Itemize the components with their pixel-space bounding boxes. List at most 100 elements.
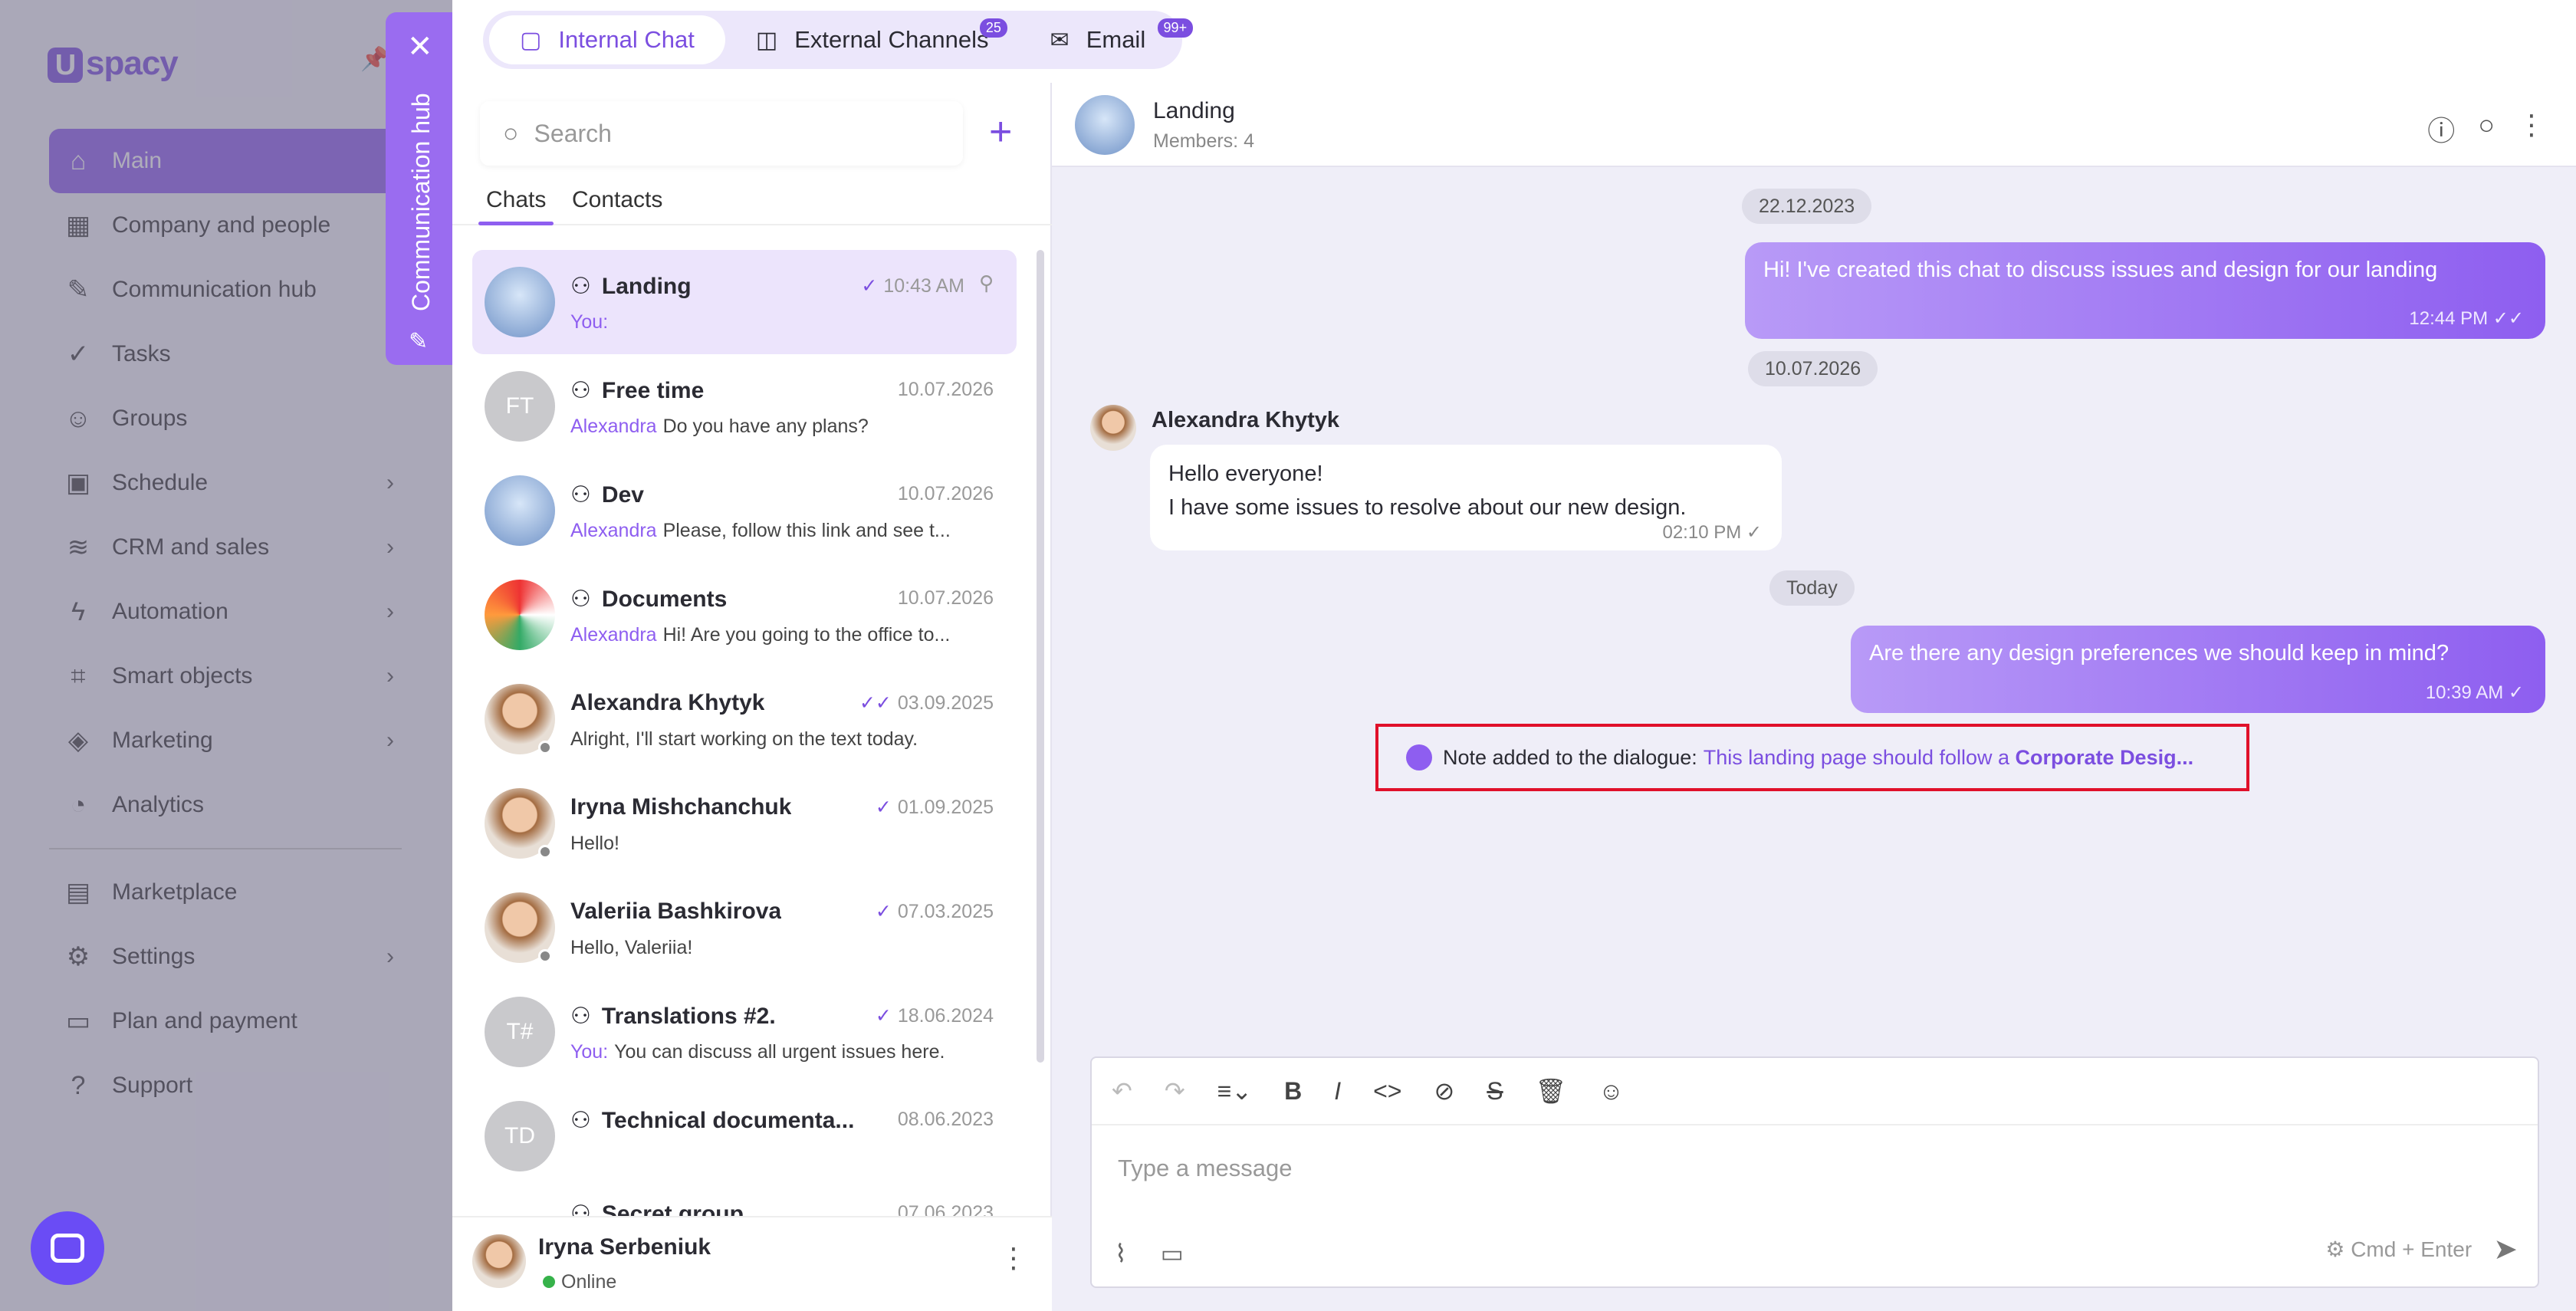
tasks-icon: ✓ xyxy=(67,340,90,369)
external-badge: 25 xyxy=(979,18,1007,38)
message-input[interactable]: Type a message xyxy=(1118,1155,1292,1182)
chevron-right-icon: › xyxy=(386,534,394,560)
pin-icon[interactable]: ⚲ xyxy=(979,271,994,295)
tab-contacts[interactable]: Contacts xyxy=(572,187,662,213)
current-user: Iryna Serbeniuk Online ⋮ xyxy=(452,1216,1052,1311)
gif-icon[interactable]: ▭ xyxy=(1161,1239,1184,1268)
double-check-icon: ✓✓ xyxy=(859,692,892,714)
list-item[interactable]: T# ⚇ Translations #2. ✓ 18.06.2024 You: You… xyxy=(472,980,1017,1084)
code-icon[interactable]: <> xyxy=(1373,1077,1401,1106)
sidebar-item-schedule[interactable]: ▣ Schedule › xyxy=(49,451,402,515)
chevron-right-icon: › xyxy=(386,728,394,753)
email-badge: 99+ xyxy=(1157,18,1194,38)
tab-external-channels[interactable]: ◫ External Channels 25 xyxy=(725,15,1020,64)
search-input[interactable]: ○ Search xyxy=(480,101,963,166)
trash-icon[interactable]: 🗑 xyxy=(1536,1076,1567,1106)
double-check-icon: ✓✓ xyxy=(2492,308,2524,329)
list-item[interactable]: Valeriia Bashkirova ✓ 07.03.2025 Hello, V… xyxy=(472,876,1017,980)
divider xyxy=(49,848,402,849)
avatar xyxy=(485,475,555,546)
marketing-icon: ◈ xyxy=(67,726,89,755)
sidebar-item-plan[interactable]: ▭ Plan and payment xyxy=(49,989,402,1053)
sidebar-item-groups[interactable]: ☺ Groups xyxy=(49,386,402,451)
list-item[interactable]: ⚇ Documents 10.07.2026 Alexandra Hi! Are y… xyxy=(472,563,1017,667)
italic-icon[interactable]: I xyxy=(1334,1077,1341,1106)
check-icon: ✓ xyxy=(875,797,892,818)
more-icon[interactable]: ⋮ xyxy=(1000,1242,1027,1274)
paperclip-icon[interactable]: ⌇ xyxy=(1115,1239,1127,1268)
search-icon[interactable]: ○ xyxy=(2478,109,2495,149)
avatar xyxy=(485,267,555,337)
gear-icon[interactable]: ⚙ xyxy=(2325,1237,2344,1261)
sidebar-item-communication[interactable]: ✎Communication hub› xyxy=(49,258,402,322)
sidebar-item-marketing[interactable]: ◈ Marketing › xyxy=(49,708,402,773)
avatar xyxy=(472,1234,526,1288)
add-chat-button[interactable]: + xyxy=(989,112,1012,152)
sidebar-item-main[interactable]: ⌂ Main xyxy=(49,129,402,193)
note-notification[interactable]: Note added to the dialogue: This landing… xyxy=(1375,724,2249,791)
list-item[interactable]: Alexandra Khytyk ✓✓ 03.09.2025 Alright, I… xyxy=(472,667,1017,771)
list-item[interactable]: TD ⚇ Technical documenta... 08.06.2023 xyxy=(472,1084,1017,1188)
undo-icon[interactable]: ↶ xyxy=(1112,1076,1132,1106)
avatar: FT xyxy=(485,371,555,442)
support-icon: ? xyxy=(71,1070,86,1100)
sidebar-item-marketplace[interactable]: ▤ Marketplace xyxy=(49,860,402,925)
list-item[interactable]: ⚇ Landing ✓ 10:43 AM ⚲ You: xyxy=(472,250,1017,354)
group-icon: ⚇ xyxy=(570,274,591,299)
check-icon: ✓ xyxy=(1746,522,1762,543)
home-icon: ⌂ xyxy=(70,146,87,176)
message-outgoing[interactable]: Hi! I've created this chat to discuss is… xyxy=(1745,242,2545,339)
align-icon[interactable]: ≡⌄ xyxy=(1217,1076,1252,1106)
message-outgoing[interactable]: Are there any design preferences we shou… xyxy=(1851,626,2545,713)
pin-icon[interactable]: 📌 xyxy=(360,46,389,73)
logo[interactable]: Uspacy xyxy=(48,44,179,83)
sidebar-item-smart-objects[interactable]: ⌗ Smart objects › xyxy=(49,644,402,708)
list-item[interactable]: ⚇ Secret group 07.06.2023 xyxy=(472,1188,1017,1219)
avatar xyxy=(485,580,555,650)
sidebar-item-automation[interactable]: ϟ Automation › xyxy=(49,580,402,644)
date-separator: 22.12.2023 xyxy=(1742,189,1872,224)
sidebar-item-crm[interactable]: ≋ CRM and sales › xyxy=(49,515,402,580)
sidebar-item-settings[interactable]: ⚙ Settings › xyxy=(49,925,402,989)
tab-chats[interactable]: Chats xyxy=(478,187,554,225)
emoji-icon[interactable]: ☺ xyxy=(1598,1077,1624,1106)
sidebar-item-support[interactable]: ? Support xyxy=(49,1053,402,1118)
tab-internal-chat[interactable]: ▢ Internal Chat xyxy=(489,15,725,64)
help-chat-button[interactable] xyxy=(31,1211,104,1285)
sidebar-item-company[interactable]: ▦Company and people› xyxy=(49,193,402,258)
date-separator: 10.07.2026 xyxy=(1748,351,1878,386)
list-item[interactable]: Iryna Mishchanchuk ✓ 01.09.2025 Hello! xyxy=(472,771,1017,876)
chevron-right-icon: › xyxy=(386,599,394,624)
analytics-icon: ◔ xyxy=(70,790,87,820)
info-icon[interactable]: ⓘ xyxy=(2427,109,2455,149)
redo-icon[interactable]: ↷ xyxy=(1165,1076,1185,1106)
avatar[interactable] xyxy=(1075,95,1135,155)
groups-icon: ☺ xyxy=(64,403,92,433)
chat-header: Landing Members: 4 ⓘ ○ ⋮ xyxy=(1052,83,2576,167)
close-icon[interactable]: ✕ xyxy=(407,29,433,64)
communication-hub-tab[interactable]: ✕ Communication hub ✎ xyxy=(386,12,455,365)
calendar-icon: ▣ xyxy=(65,468,91,498)
message-incoming[interactable]: Hello everyone! I have some issues to re… xyxy=(1150,445,1782,550)
list-item[interactable]: FT ⚇ Free time 10.07.2026 Alexandra Do you… xyxy=(472,354,1017,458)
bold-icon[interactable]: B xyxy=(1284,1077,1302,1106)
channels-icon: ◫ xyxy=(755,27,778,53)
online-dot xyxy=(543,1276,555,1288)
link-icon[interactable]: ⊘ xyxy=(1434,1076,1454,1106)
sidebar-item-tasks[interactable]: ✓ Tasks xyxy=(49,322,402,386)
sender-name: Alexandra Khytyk xyxy=(1152,408,1339,432)
communication-icon: ✎ xyxy=(67,275,90,304)
wallet-icon: ▭ xyxy=(65,1007,91,1036)
sidebar-item-analytics[interactable]: ◔ Analytics xyxy=(49,773,402,837)
strikethrough-icon[interactable]: S xyxy=(1487,1077,1503,1106)
list-item[interactable]: ⚇ Dev 10.07.2026 Alexandra Please, follow … xyxy=(472,458,1017,563)
chat-list: ⚇ Landing ✓ 10:43 AM ⚲ You: FT ⚇ Free time … xyxy=(472,250,1017,1219)
send-icon[interactable]: ➤ xyxy=(2493,1232,2518,1267)
chevron-right-icon: › xyxy=(386,470,394,495)
group-icon: ⚇ xyxy=(570,1004,591,1029)
avatar[interactable] xyxy=(1090,405,1136,451)
message-composer: ↶ ↷ ≡⌄ B I <> ⊘ S 🗑 ☺ Type a message ⌇ ▭… xyxy=(1090,1056,2539,1288)
tab-email[interactable]: ✉ Email 99+ xyxy=(1020,15,1194,64)
more-icon[interactable]: ⋮ xyxy=(2518,109,2545,149)
scrollbar[interactable] xyxy=(1037,250,1044,1063)
